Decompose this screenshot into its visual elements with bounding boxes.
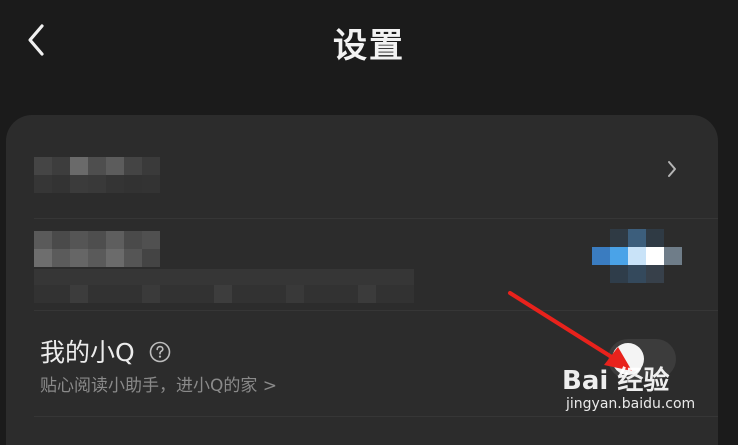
chevron-right-icon: [668, 161, 676, 177]
account-row[interactable]: [6, 115, 718, 219]
profile-row[interactable]: [6, 219, 718, 311]
toggle-knob: [612, 343, 644, 375]
question-circle-icon[interactable]: [149, 340, 171, 363]
xiaoq-toggle[interactable]: [608, 339, 676, 379]
top-bar: 设置: [0, 0, 738, 82]
settings-card: 我的小Q 贴心阅读小助手，进小Q的家 >: [6, 115, 718, 445]
xiaoq-title-wrap: 我的小Q: [40, 333, 171, 369]
page-title: 设置: [333, 26, 405, 66]
xiaoq-subtitle-link[interactable]: 贴心阅读小助手，进小Q的家 >: [40, 371, 277, 396]
row-divider: [34, 416, 718, 417]
xiaoq-row[interactable]: 我的小Q 贴心阅读小助手，进小Q的家 >: [6, 311, 718, 417]
xiaoq-title: 我的小Q: [40, 338, 135, 367]
